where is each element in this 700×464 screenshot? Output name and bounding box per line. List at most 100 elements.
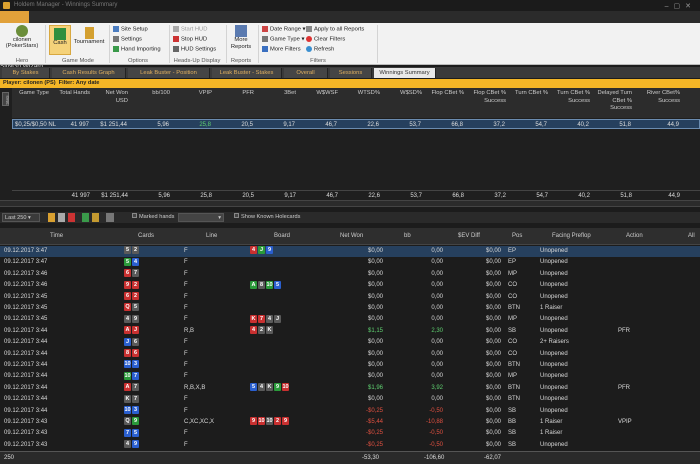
table-row[interactable]: 09.12.2017 3:45 6 2 F $0,00 0,00 $0,00 CO Unopen… (0, 292, 700, 303)
summary-col-pfr[interactable]: PFR (216, 90, 254, 98)
app-icon (3, 2, 10, 9)
game-type-button[interactable]: Game Type ▾ (262, 36, 304, 43)
table-row[interactable]: 09.12.2017 3:47 5 4 F $0,00 0,00 $0,00 EP Unopen… (0, 257, 700, 268)
hud-settings-button[interactable]: HUD Settings (173, 46, 216, 53)
date-range-label: Date Range (270, 26, 301, 33)
table-row[interactable]: 09.12.2017 3:44 10 3 F -$0,25 -0,50 $0,00 SB Uno… (0, 406, 700, 417)
filter-value: Any date (75, 80, 100, 86)
limit-select[interactable]: Last 250 ▾ (2, 213, 40, 222)
summary-col-w-sd-[interactable]: W$SD% (384, 90, 422, 98)
more-filters-button[interactable]: More Filters (262, 46, 301, 53)
cash-button[interactable]: Cash (49, 25, 71, 55)
table-row[interactable]: 09.12.2017 3:44 A J R,B 4 2 K $1,15 2,30 $0,00 SB U… (0, 326, 700, 337)
summary-col-flop-cbet-success[interactable]: Flop CBet % Success (468, 90, 506, 105)
hero-selector[interactable]: cilonen (PokerStars) (3, 25, 41, 49)
summary-col-3bet[interactable]: 3Bet (258, 90, 296, 98)
tab-cash-results-graph[interactable]: Cash Results Graph (52, 68, 126, 78)
hands-col-board[interactable]: Board (274, 233, 290, 239)
card-6h: 6 (132, 349, 139, 358)
summary-col-turn-cbet-[interactable]: Turn CBet % (510, 90, 548, 98)
summary-col-turn-cbet-success[interactable]: Turn CBet % Success (552, 90, 590, 105)
stop-hud-button[interactable]: Stop HUD (173, 36, 207, 43)
summary-col-game-type[interactable]: Game Type (14, 90, 54, 98)
time-cell: 09.12.2017 3:45 (4, 293, 48, 300)
marked-hands-select[interactable]: ▾ (178, 213, 224, 222)
summary-col-flop-cbet-[interactable]: Flop CBet % (426, 90, 464, 98)
stop-icon[interactable] (68, 213, 75, 222)
table-row[interactable]: 09.12.2017 3:45 Q 5 F $0,00 0,00 $0,00 BTN 1 Rai… (0, 303, 700, 314)
hands-col-line[interactable]: Line (206, 233, 217, 239)
card-10c: 10 (124, 371, 131, 380)
table-row[interactable]: 09.12.2017 3:45 4 9 F K 7 4 J $0,00 0,00 $0,00 MP Un… (0, 314, 700, 325)
summary-col-wtsd-[interactable]: WTSD% (342, 90, 380, 98)
table-row[interactable]: 09.12.2017 3:44 K 7 F $0,00 0,00 $0,00 BTN Unope… (0, 394, 700, 405)
hand-importing-button[interactable]: Hand Importing (113, 46, 161, 53)
apply-all-button[interactable]: Apply to all Reports (306, 26, 364, 33)
time-cell: 09.12.2017 3:44 (4, 373, 48, 380)
table-row[interactable]: 09.12.2017 3:44 10 7 F $0,00 0,00 $0,00 MP Unope… (0, 371, 700, 382)
summary-col-total-hands[interactable]: Total Hands (56, 90, 90, 98)
clear-filters-button[interactable]: Clear Filters (306, 36, 345, 43)
site-setup-button[interactable]: Site Setup (113, 26, 148, 33)
hands-col-all[interactable]: All (688, 233, 695, 239)
summary-row[interactable]: $0,25/$0,50 NL 41 997 $1 251,44 5,96 25,8 20,… (12, 119, 700, 129)
summary-col-bb-100[interactable]: bb/100 (132, 90, 170, 98)
summary-col-delayed-turn-cbet-success[interactable]: Delayed Turn CBet % Success (594, 90, 632, 113)
summary-col-river-cbet-success[interactable]: River CBet% Success (636, 90, 680, 105)
hands-col-facing-preflop[interactable]: Facing Preflop (552, 233, 591, 239)
time-cell: 09.12.2017 3:46 (4, 270, 48, 277)
hands-col-bb[interactable]: bb (404, 233, 411, 239)
marked-hands-checkbox[interactable]: Marked hands (132, 213, 174, 222)
card-9c: 9 (274, 383, 281, 392)
card-4s: 4 (124, 314, 131, 323)
settings-button[interactable]: Settings (113, 36, 142, 43)
hero-site: (PokerStars) (5, 43, 39, 49)
facing-preflop-cell: Unopened (540, 407, 568, 414)
export-icon[interactable] (82, 213, 89, 222)
hands-col-net-won[interactable]: Net Won (340, 233, 363, 239)
table-row[interactable]: 09.12.2017 3:47 5 2 F 4 J 9 $0,00 0,00 $0,00 EP Uno… (0, 246, 700, 258)
table-row[interactable]: 09.12.2017 3:43 7 5 F -$0,25 -0,50 $0,00 SB 1 Ra… (0, 428, 700, 439)
time-cell: 09.12.2017 3:47 (4, 248, 48, 254)
replay-icon[interactable] (58, 213, 65, 222)
back-icon[interactable] (48, 213, 55, 222)
table-row[interactable]: 09.12.2017 3:46 6 7 F $0,00 0,00 $0,00 MP Unopen… (0, 269, 700, 280)
tab-sessions[interactable]: Sessions (330, 68, 372, 78)
net-won-cell: $0,00 (367, 282, 383, 289)
file-menu-button[interactable] (0, 11, 29, 23)
summary-col-net-won-usd[interactable]: Net Won USD (94, 90, 128, 105)
tab-winnings-summary[interactable]: Winnings Summary (374, 68, 436, 78)
tournament-button[interactable]: Tournament (73, 25, 105, 45)
table-row[interactable]: 09.12.2017 3:44 A 7 R,B,X,B 5 4 K 9 10 $1,96 3,92 $… (0, 383, 700, 394)
table-row[interactable]: 09.12.2017 3:43 4 9 F -$0,25 -0,50 $0,00 SB Unop… (0, 440, 700, 451)
start-hud-button[interactable]: Start HUD (173, 26, 207, 33)
table-row[interactable]: 09.12.2017 3:44 J 6 F $0,00 0,00 $0,00 CO 2+ Rai… (0, 337, 700, 348)
tab-overall[interactable]: Overall (284, 68, 328, 78)
tag-icon[interactable] (92, 213, 99, 222)
hands-col-action[interactable]: Action (626, 233, 643, 239)
line-cell: F (184, 373, 188, 380)
tab-by-stakes[interactable]: By Stakes (2, 68, 50, 78)
hands-col-cards[interactable]: Cards (138, 233, 154, 239)
summary-grid: Stats Game Type Total Hands Net Won USD bb/… (0, 88, 700, 200)
summary-col-w-wsf[interactable]: W$WSF (300, 90, 338, 98)
card-Ks: K (124, 394, 131, 403)
tab-leak-buster-position[interactable]: Leak Buster - Position (128, 68, 210, 78)
stats-side-button[interactable]: Stats (2, 92, 10, 106)
hands-col-pos[interactable]: Pos (512, 233, 522, 239)
refresh-button[interactable]: Refresh (306, 46, 334, 53)
summary-col-vpip[interactable]: VPIP (174, 90, 212, 98)
tab-leak-buster-stakes[interactable]: Leak Buster - Stakes (212, 68, 282, 78)
hands-col--ev-diff[interactable]: $EV Diff (458, 233, 480, 239)
table-row[interactable]: 09.12.2017 3:44 10 3 F $0,00 0,00 $0,00 BTN Unop… (0, 360, 700, 371)
table-row[interactable]: 09.12.2017 3:44 8 6 F $0,00 0,00 $0,00 CO Unopen… (0, 349, 700, 360)
calendar-icon (262, 26, 268, 32)
print-icon[interactable] (106, 213, 114, 222)
table-row[interactable]: 09.12.2017 3:43 Q 9 C,XC,XC,X 9 10 10 2 9 -$5,44-… (0, 417, 700, 428)
table-row[interactable]: 09.12.2017 3:46 9 2 F A 8 10 5 $0,00 0,00 $0,00 CO U… (0, 280, 700, 291)
show-holecards-checkbox[interactable]: Show Known Holecards (234, 213, 300, 222)
more-reports-button[interactable]: More Reports (229, 25, 253, 50)
splitter[interactable] (0, 200, 700, 207)
hands-col-time[interactable]: Time (50, 233, 63, 239)
date-range-button[interactable]: Date Range ▾ (262, 26, 305, 33)
